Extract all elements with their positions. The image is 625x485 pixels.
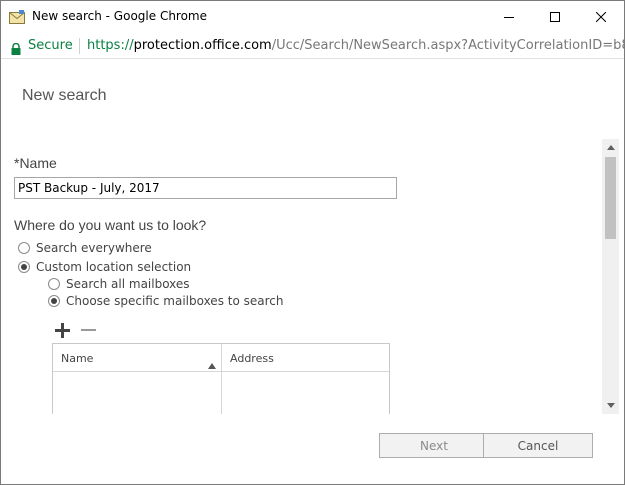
lock-icon bbox=[11, 40, 21, 55]
next-button[interactable]: Next bbox=[379, 433, 489, 458]
window-title: New search - Google Chrome bbox=[32, 9, 208, 23]
column-header-address[interactable]: Address bbox=[230, 352, 274, 365]
url-path: /Ucc/Search/NewSearch.aspx?ActivityCorre… bbox=[271, 38, 625, 53]
page-title: New search bbox=[22, 87, 107, 104]
location-question-label: Where do you want us to look? bbox=[14, 217, 207, 233]
name-label: *Name bbox=[14, 155, 57, 171]
address-separator bbox=[79, 38, 80, 54]
radio-label: Custom location selection bbox=[36, 260, 192, 274]
maximize-icon bbox=[550, 12, 560, 22]
address-bar[interactable]: Secure https://protection.office.com/Ucc… bbox=[1, 33, 624, 59]
close-button[interactable] bbox=[578, 1, 624, 33]
vertical-scrollbar[interactable] bbox=[602, 139, 619, 414]
mailbox-grid[interactable]: Name Address bbox=[52, 343, 390, 414]
minimize-button[interactable] bbox=[486, 1, 532, 33]
name-input[interactable] bbox=[14, 177, 397, 199]
radio-button-checked[interactable] bbox=[18, 261, 30, 273]
sort-ascending-icon[interactable] bbox=[208, 354, 216, 369]
scroll-thumb[interactable] bbox=[605, 157, 616, 239]
radio-label: Choose specific mailboxes to search bbox=[66, 294, 284, 308]
radio-button[interactable] bbox=[18, 242, 30, 254]
secure-label: Secure bbox=[28, 38, 73, 53]
chevron-up-icon bbox=[606, 145, 615, 150]
scroll-up-button[interactable] bbox=[602, 139, 619, 156]
minimize-icon bbox=[504, 17, 514, 18]
chevron-down-icon bbox=[606, 403, 615, 408]
plus-icon[interactable] bbox=[55, 323, 70, 338]
close-icon bbox=[596, 12, 606, 22]
browser-window: New search - Google Chrome Secure https:… bbox=[0, 0, 625, 485]
url-scheme: https:// bbox=[87, 38, 134, 53]
radio-button[interactable] bbox=[48, 278, 60, 290]
scroll-down-button[interactable] bbox=[602, 397, 619, 414]
envelope-icon bbox=[9, 9, 25, 24]
title-bar[interactable]: New search - Google Chrome bbox=[1, 1, 624, 33]
radio-search-all-mailboxes[interactable]: Search all mailboxes bbox=[48, 277, 190, 291]
radio-search-everywhere[interactable]: Search everywhere bbox=[18, 241, 152, 255]
radio-button-checked[interactable] bbox=[48, 295, 60, 307]
maximize-button[interactable] bbox=[532, 1, 578, 33]
url-text[interactable]: https://protection.office.com/Ucc/Search… bbox=[87, 38, 625, 53]
minus-icon[interactable] bbox=[81, 323, 96, 338]
radio-custom-location[interactable]: Custom location selection bbox=[18, 260, 191, 274]
cancel-button[interactable]: Cancel bbox=[483, 433, 593, 458]
radio-choose-specific-mailboxes[interactable]: Choose specific mailboxes to search bbox=[48, 294, 283, 308]
form-area: *Name Where do you want us to look? Sear… bbox=[1, 139, 601, 414]
radio-label: Search all mailboxes bbox=[66, 277, 190, 291]
radio-label: Search everywhere bbox=[36, 241, 152, 255]
column-separator bbox=[221, 344, 222, 414]
url-host: protection.office.com bbox=[133, 38, 272, 53]
column-header-name[interactable]: Name bbox=[61, 352, 93, 365]
